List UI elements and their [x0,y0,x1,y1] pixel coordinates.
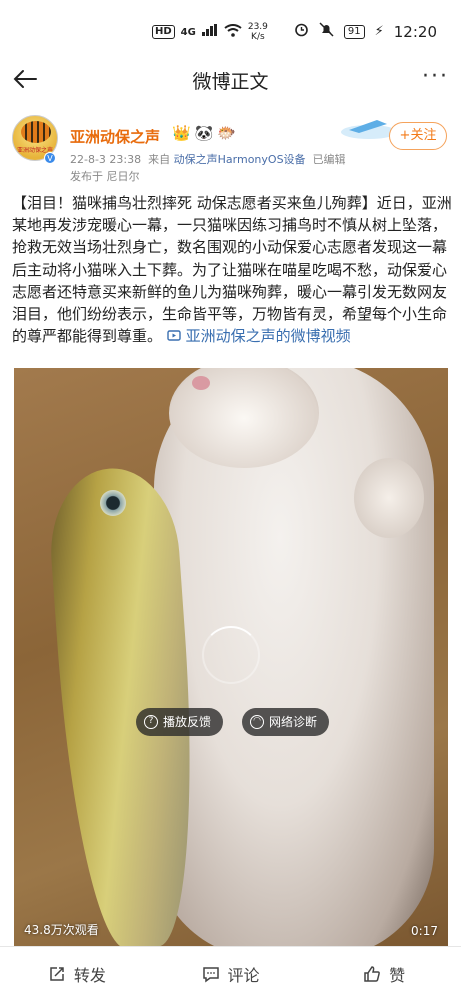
post-content: 【泪目！猫咪捕鸟壮烈摔死 动保志愿者买来鱼儿殉葬】近日，亚洲某地再发涉宠暖心一幕… [12,192,452,347]
charging-icon: ⚡ [374,24,384,39]
like-button[interactable]: 赞 [307,947,461,1000]
repost-icon [50,966,64,981]
status-left: HD 4G 23.9 K/s [152,22,268,42]
more-button[interactable]: ··· [422,64,449,89]
view-count: 43.8万次观看 [24,923,99,937]
loading-spinner-icon [202,626,260,684]
help-icon: ? [144,715,158,729]
video-link-icon [167,330,181,341]
playback-feedback-label: 播放反馈 [163,715,212,729]
signal-icon [201,24,218,40]
post-source[interactable]: 动保之声HarmonyOS设备 [174,153,306,166]
fish-eye-image [100,490,126,516]
playback-feedback-button[interactable]: ? 播放反馈 [136,708,224,736]
nav-bar: 微博正文 ··· [0,56,461,102]
repost-button[interactable]: 转发 [0,947,154,1000]
clock: 12:20 [393,22,437,41]
status-bar: HD 4G 23.9 K/s 91 ⚡ 12:20 [0,0,461,56]
fish-badge-icon: 🐡 [217,124,237,142]
video-link-label: 亚洲动保之声的微博视频 [185,327,351,346]
repost-label: 转发 [73,965,106,985]
comment-button[interactable]: 评论 [154,947,308,1000]
cat-nose-image [192,376,210,390]
speed-unit: K/s [251,32,265,42]
post-meta: 22-8-3 23:38 来自 动保之声HarmonyOS设备 已编辑 [70,151,346,167]
video-duration: 0:17 [411,924,438,938]
status-right: 91 ⚡ 12:20 [294,22,437,41]
action-bar: 转发 评论 赞 [0,946,461,1000]
post-text: 【泪目！猫咪捕鸟壮烈摔死 动保志愿者买来鱼儿殉葬】近日，亚洲某地再发涉宠暖心一幕… [12,194,452,346]
network-diagnose-button[interactable]: ◠ 网络诊断 [242,708,330,736]
network-icon: ◠ [250,715,264,729]
from-label: 来自 [148,153,171,166]
comment-icon [202,966,219,982]
network-diagnose-label: 网络诊断 [269,715,318,729]
crown-badge-icon: 👑 [172,124,191,142]
post-date: 22-8-3 23:38 [70,153,142,166]
author-badges: 👑 🐼 🐡 [172,124,236,142]
post-location: 发布于 尼日尔 [70,170,140,183]
speed-value: 23.9 [247,22,268,32]
network-label: 4G [180,26,196,38]
comment-label: 评论 [227,965,260,985]
network-speed: 23.9 K/s [248,22,268,42]
like-label: 赞 [389,965,406,985]
hd-badge: HD [152,25,175,39]
mute-icon [319,22,334,41]
edited-label: 已编辑 [312,153,346,166]
follow-button[interactable]: +关注 [389,122,447,150]
page-title: 微博正文 [192,71,269,93]
post-author-header: 亚洲动保之声 V 亚洲动保之声 👑 🐼 🐡 22-8-3 23:38 来自 动保… [0,110,461,190]
author-name[interactable]: 亚洲动保之声 [70,126,160,147]
tiger-logo-icon [21,121,51,143]
video-link[interactable]: 亚洲动保之声的微博视频 [167,327,351,345]
thumbs-up-icon [364,965,381,982]
panda-badge-icon: 🐼 [194,124,214,142]
video-player[interactable]: ? 播放反馈 ◠ 网络诊断 43.8万次观看 0:17 [14,368,448,946]
verified-badge: V [44,152,56,164]
battery-indicator: 91 [343,24,365,39]
alarm-icon [294,22,309,41]
cat-paw-image [354,458,424,538]
wifi-icon [224,23,242,41]
